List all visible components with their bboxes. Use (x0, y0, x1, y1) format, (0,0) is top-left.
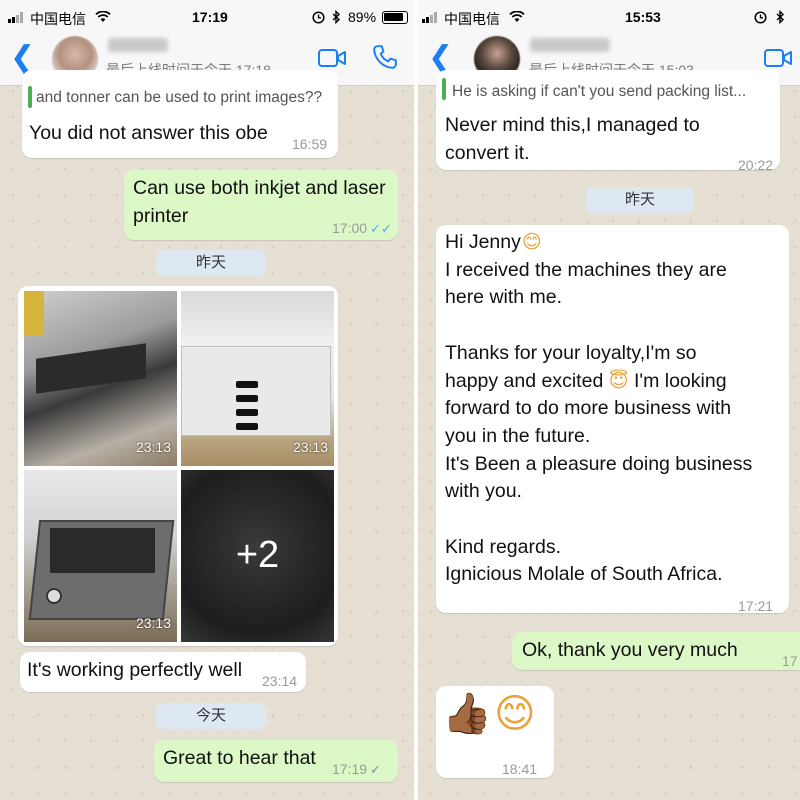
message-time: 18:41 (502, 761, 538, 777)
incoming-bubble-with-quote[interactable]: He is asking if can't you send packing l… (436, 70, 780, 173)
status-bar: 中国电信 15:53 (418, 0, 800, 34)
message-line: Kind regards. (445, 536, 561, 558)
message-line: with you. (445, 480, 522, 502)
message-line-2: printer (133, 205, 189, 227)
carrier-label: 中国电信 (444, 11, 500, 27)
signal-icon (422, 12, 440, 23)
message-text: Ok, thank you very much (522, 639, 738, 661)
message-line-1: Never mind this,I managed to (445, 114, 700, 136)
video-call-icon[interactable] (318, 49, 346, 67)
message-time: 17:21 (738, 598, 774, 614)
carrier-label: 中国电信 (30, 11, 86, 27)
quote-accent-bar (28, 86, 32, 108)
clock: 17:19 (192, 9, 228, 25)
message-line: I received the machines they are (445, 259, 727, 281)
photo-time: 23:13 (135, 615, 171, 632)
thumbs-up-emoji-icon: 👍🏾 (442, 691, 492, 737)
message-text: You did not answer this obe (29, 122, 268, 144)
photo-thumbnail[interactable]: 23:13 (24, 470, 177, 642)
left-chat-screenshot: 中国电信 17:19 89% ❮ C 最后上线时间于今天 17:18 (0, 0, 414, 800)
status-bar: 中国电信 17:19 89% (0, 0, 414, 34)
line-text: I'm looking (633, 370, 727, 392)
halo-emoji-icon: 😇 (608, 370, 629, 392)
message-text: It's working perfectly well (27, 659, 243, 681)
contact-name[interactable] (530, 38, 610, 52)
message-line-2: convert it. (445, 142, 530, 164)
incoming-emoji-bubble[interactable]: 👍🏾 😊 18:41 (436, 686, 554, 778)
message-line: Thanks for your loyalty,I'm so (445, 342, 697, 364)
photo-thumbnail[interactable]: 23:13 (24, 291, 177, 466)
bluetooth-icon (776, 10, 785, 24)
quoted-message: He is asking if can't you send packing l… (452, 83, 747, 100)
message-line: happy and excited 😇 I'm looking (445, 368, 727, 396)
date-separator: 昨天 (156, 250, 266, 276)
message-text: Great to hear that (163, 747, 316, 769)
photo-thumbnail[interactable]: 23:13 (181, 291, 334, 466)
incoming-bubble-with-quote[interactable]: and tonner can be used to print images??… (22, 70, 338, 158)
message-time: 16:59 (292, 136, 328, 152)
incoming-bubble[interactable]: It's working perfectly well 23:14 (20, 652, 306, 692)
message-line: It's Been a pleasure doing business (445, 453, 753, 475)
line-text: happy and excited (445, 370, 604, 392)
bluetooth-icon (332, 10, 341, 24)
message-line: here with me. (445, 286, 563, 308)
right-chat-screenshot: 中国电信 15:53 ❮ 最后上线时间于今天 15:03 He is askin… (418, 0, 800, 800)
message-line-1: Can use both inkjet and laser (133, 177, 386, 199)
time-text: 17:19 (332, 761, 368, 777)
wifi-icon (95, 11, 111, 22)
video-call-icon[interactable] (764, 49, 792, 67)
contact-name[interactable]: C (108, 38, 168, 52)
smile-emoji-icon: 😊 (494, 691, 536, 737)
alarm-lock-icon (754, 11, 767, 24)
outgoing-bubble[interactable]: Ok, thank you very much 17 (512, 632, 800, 670)
phone-call-icon[interactable] (372, 44, 398, 70)
more-photos-count: +2 (181, 470, 334, 642)
alarm-lock-icon (312, 11, 325, 24)
message-line: Ignicious Molale of South Africa. (445, 563, 723, 585)
photo-time: 23:13 (135, 439, 171, 456)
date-separator: 今天 (156, 703, 266, 729)
line-text: Hi Jenny (445, 231, 521, 253)
message-time: 17:19 ✓ (332, 756, 381, 784)
photo-album-bubble[interactable]: 23:13 23:13 23:13 +2 (18, 286, 338, 646)
outgoing-bubble[interactable]: Can use both inkjet and laser printer 17… (124, 170, 398, 240)
message-time: 20:22 (738, 157, 774, 173)
time-text: 17:00 (332, 220, 368, 236)
battery-percent: 89% (348, 9, 377, 25)
quoted-message: and tonner can be used to print images?? (36, 89, 323, 106)
battery-icon (382, 11, 408, 24)
sent-tick-icon: ✓ (370, 762, 381, 777)
signal-icon (8, 12, 26, 23)
photo-time: 23:13 (292, 439, 328, 456)
read-ticks-icon: ✓✓ (370, 221, 392, 236)
message-line: you in the future. (445, 425, 591, 447)
message-time: 17:00 ✓✓ (332, 215, 392, 243)
message-line: Hi Jenny😊 (445, 229, 542, 257)
photo-thumbnail-more[interactable]: +2 (181, 470, 334, 642)
incoming-bubble-long[interactable]: Hi Jenny😊 I received the machines they a… (436, 225, 789, 614)
wifi-icon (509, 11, 525, 22)
message-time: 23:14 (262, 673, 298, 689)
message-line: forward to do more business with (445, 397, 732, 419)
clock: 15:53 (625, 9, 661, 25)
message-time: 17 (782, 653, 798, 669)
outgoing-bubble[interactable]: Great to hear that 17:19 ✓ (154, 740, 398, 782)
date-separator: 昨天 (586, 187, 694, 213)
smile-emoji-icon: 😊 (521, 231, 542, 253)
quote-accent-bar (442, 78, 446, 100)
